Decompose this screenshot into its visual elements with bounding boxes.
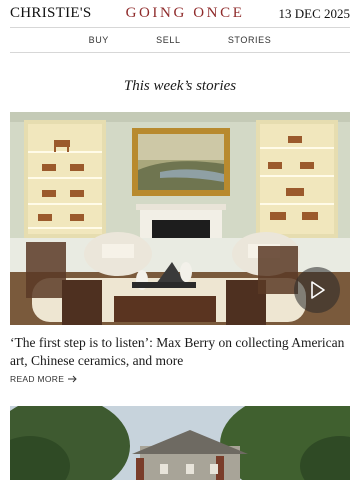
nav-divider [10,52,350,53]
header: CHRISTIE'S GOING ONCE 13 DEC 2025 [10,0,350,27]
issue-date: 13 DEC 2025 [278,5,351,21]
nav-item-stories[interactable]: STORIES [228,35,272,45]
read-more-label: READ MORE [10,374,65,384]
arrow-right-icon [68,375,77,383]
brand-logo[interactable]: CHRISTIE'S [10,5,92,22]
nav-item-sell[interactable]: SELL [156,35,180,45]
house-exterior-illustration [10,406,350,480]
section-title: This week’s stories [123,78,237,94]
story-headline[interactable]: ‘The first step is to listen’: Max Berry… [10,334,350,370]
next-story-image[interactable] [10,406,350,480]
play-icon [311,281,325,299]
play-video-button[interactable] [294,267,340,313]
read-more-link[interactable]: READ MORE [10,374,78,384]
newsletter-tagline: GOING ONCE [125,5,245,21]
main-nav: BUY SELL STORIES [10,28,350,52]
nav-item-buy[interactable]: BUY [89,35,109,45]
